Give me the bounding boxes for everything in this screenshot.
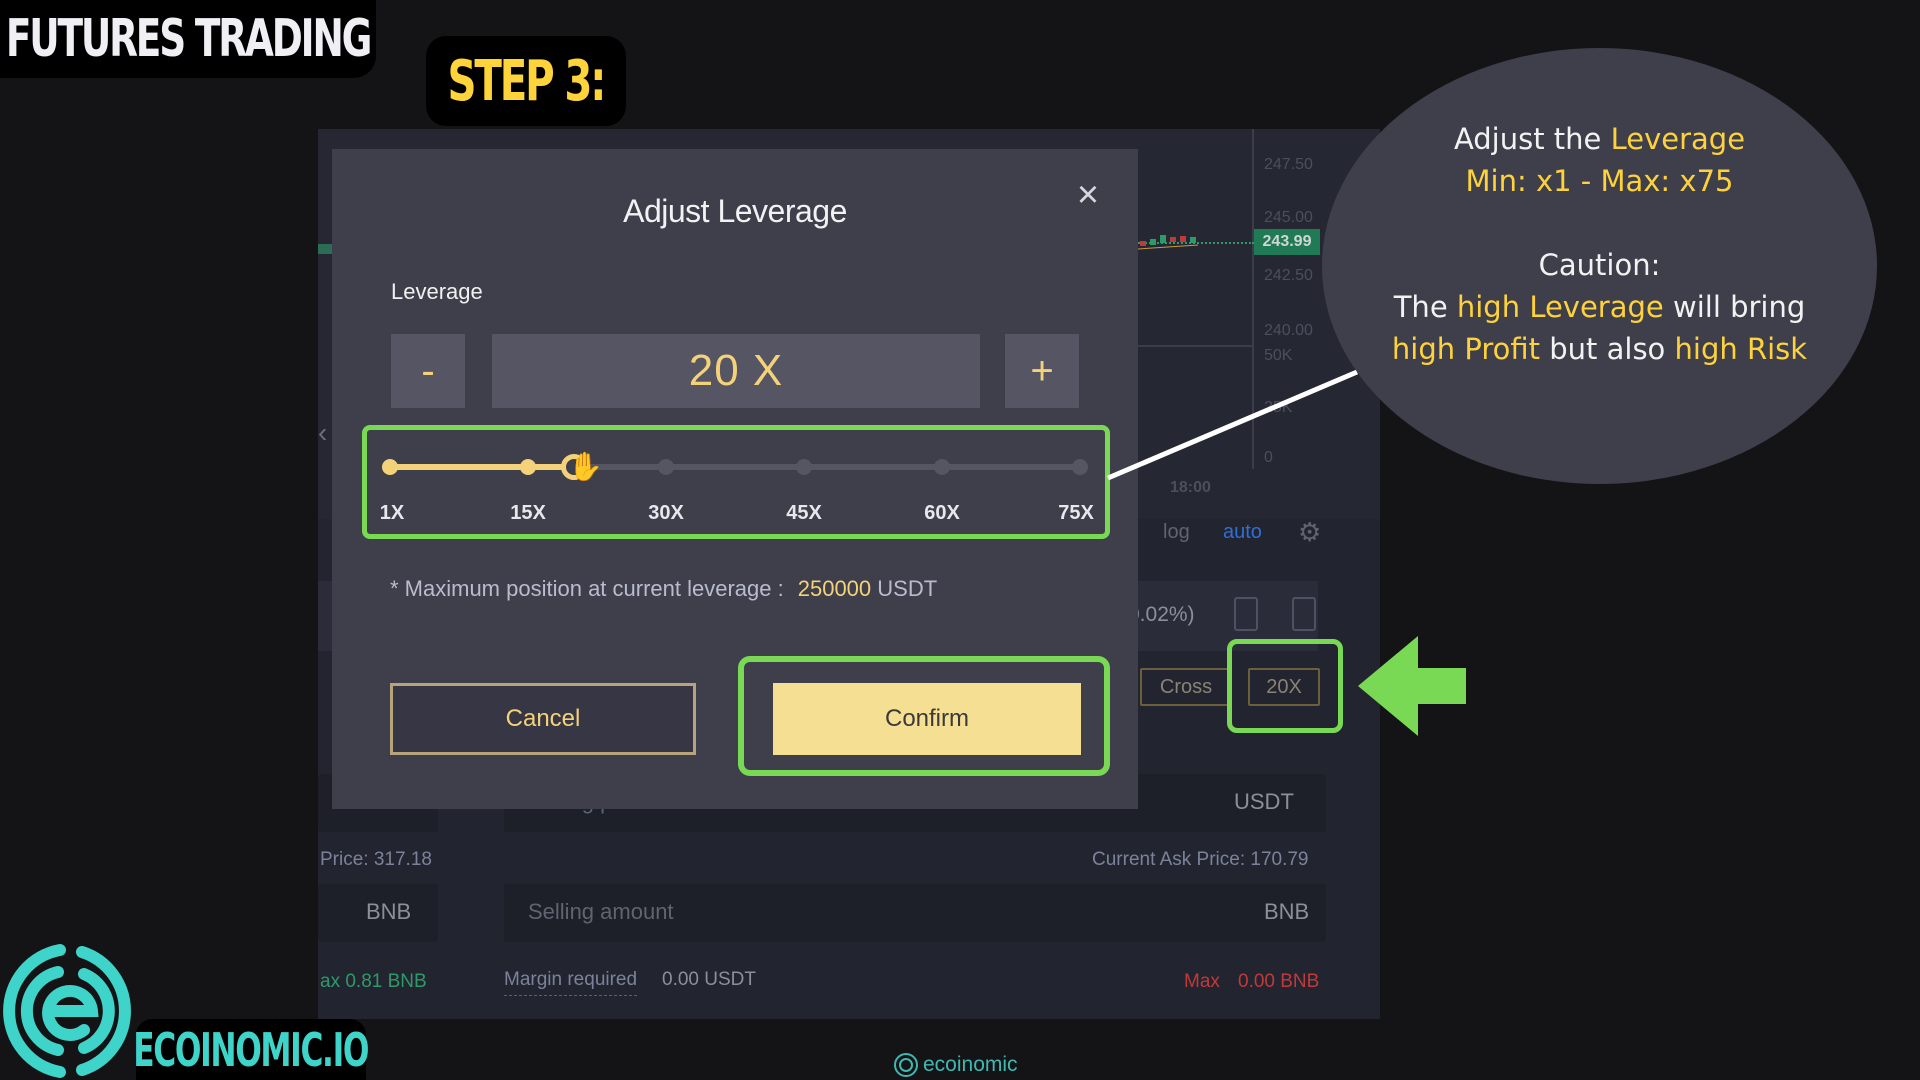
dialog-title: Adjust Leverage bbox=[623, 193, 847, 229]
slider-tick-label: 45X bbox=[786, 502, 822, 524]
max-position-label: * Maximum position at current leverage : bbox=[390, 576, 784, 601]
slider-tick-label: 60X bbox=[924, 502, 960, 524]
price-tick: 242.50 bbox=[1264, 267, 1313, 284]
slider-tick-label: 15X bbox=[510, 502, 546, 524]
callout-line1: Adjust the bbox=[1453, 122, 1611, 156]
watermark: ecoinomic bbox=[893, 1052, 1018, 1078]
ecoinomic-logo-icon bbox=[3, 944, 131, 1078]
callout-text-part: but also bbox=[1540, 332, 1675, 366]
margin-required-label[interactable]: Margin required bbox=[504, 969, 638, 996]
settings-icon[interactable] bbox=[1292, 597, 1316, 631]
current-ask-price: Current Ask Price: 170.79 bbox=[1092, 849, 1309, 870]
arrow-left-icon bbox=[1358, 636, 1466, 736]
slider-tick-label: 75X bbox=[1058, 502, 1094, 524]
amount-unit: BNB bbox=[1264, 899, 1310, 924]
leverage-slider-fill bbox=[390, 464, 574, 470]
candle-fragment bbox=[318, 244, 332, 254]
callout-range: Min: x1 - Max: x75 bbox=[1465, 164, 1734, 198]
leverage-label: Leverage bbox=[391, 279, 483, 304]
volume-tick: 50K bbox=[1264, 347, 1293, 364]
close-icon[interactable]: × bbox=[1072, 176, 1104, 214]
ecoinomic-mark-icon bbox=[894, 1053, 918, 1077]
volume-tick: 25K bbox=[1264, 399, 1293, 416]
price-tick: 240.00 bbox=[1264, 322, 1313, 339]
max-position-value: 250000 bbox=[797, 576, 872, 601]
callout-text: Adjust the Leverage Min: x1 - Max: x75 C… bbox=[1322, 118, 1877, 370]
hand-cursor-icon: ✋ bbox=[568, 451, 603, 482]
callout-text-part: will bring bbox=[1663, 290, 1806, 324]
price-tick: 247.50 bbox=[1264, 156, 1313, 173]
max-label: Max bbox=[1184, 971, 1220, 992]
cancel-button[interactable]: Cancel bbox=[390, 683, 696, 755]
margin-required-value: 0.00 USDT bbox=[662, 969, 756, 990]
max-position-unit: USDT bbox=[877, 576, 938, 601]
slider-tick-label: 30X bbox=[648, 502, 684, 524]
slider-stop[interactable] bbox=[796, 459, 812, 475]
callout-highlight: Leverage bbox=[1610, 122, 1746, 156]
max-value: 0.00 BNB bbox=[1238, 971, 1320, 992]
title-banner: FUTURES TRADING bbox=[0, 0, 376, 78]
slider-highlight-frame bbox=[362, 425, 1110, 539]
slider-stop[interactable] bbox=[1072, 459, 1088, 475]
price-unit: USDT bbox=[1234, 789, 1294, 814]
price-tick: 245.00 bbox=[1264, 209, 1313, 226]
gear-icon[interactable]: ⚙ bbox=[1298, 517, 1321, 548]
selling-amount-placeholder: Selling amount bbox=[528, 899, 674, 924]
volume-divider bbox=[1138, 345, 1254, 347]
current-price-tag: 243.99 bbox=[1254, 229, 1320, 255]
slide-title: FUTURES TRADING bbox=[5, 9, 373, 69]
chevron-left-icon[interactable]: ‹ bbox=[318, 417, 327, 449]
leverage-input[interactable]: 20 X bbox=[492, 334, 980, 408]
watermark-text: ecoinomic bbox=[923, 1053, 1018, 1076]
brand-name: ECOINOMIC.IO bbox=[133, 1022, 370, 1077]
slider-stop[interactable] bbox=[658, 459, 674, 475]
slider-stop[interactable] bbox=[382, 459, 398, 475]
max-position-info: * Maximum position at current leverage :… bbox=[390, 576, 937, 602]
brand-banner: ECOINOMIC.IO bbox=[133, 1019, 370, 1080]
leverage-button-highlight bbox=[1227, 639, 1343, 733]
calculator-icon[interactable] bbox=[1234, 597, 1258, 631]
left-amount-unit: BNB bbox=[366, 899, 412, 924]
callout-highlight: high Risk bbox=[1674, 332, 1808, 366]
callout-highlight: high Leverage bbox=[1456, 290, 1664, 324]
slider-tick-label: 1X bbox=[379, 502, 405, 524]
left-price-label: Price: 317.18 bbox=[320, 849, 432, 870]
callout-highlight: high Profit bbox=[1391, 332, 1541, 366]
step-banner: STEP 3: bbox=[426, 36, 626, 126]
selling-amount-field[interactable]: Selling amount BNB bbox=[504, 884, 1326, 942]
chart-axis-divider bbox=[1252, 129, 1254, 469]
slider-stop[interactable] bbox=[520, 459, 536, 475]
step-label: STEP 3: bbox=[447, 48, 607, 114]
left-max-label: ax 0.81 BNB bbox=[320, 971, 427, 992]
tutorial-slide: FUTURES TRADING STEP 3: 247.50 245.00 24… bbox=[0, 0, 1920, 1080]
increase-leverage-button[interactable]: + bbox=[1005, 334, 1079, 408]
time-tick: 18:00 bbox=[1170, 479, 1211, 496]
margin-mode-button[interactable]: Cross bbox=[1140, 668, 1232, 706]
slider-stop[interactable] bbox=[934, 459, 950, 475]
callout-text-part: The bbox=[1393, 290, 1457, 324]
candlesticks bbox=[1138, 235, 1199, 250]
confirm-button[interactable]: Confirm bbox=[773, 683, 1081, 755]
left-amount-field: BNB bbox=[318, 884, 438, 942]
decrease-leverage-button[interactable]: - bbox=[391, 334, 465, 408]
auto-scale-toggle[interactable]: auto bbox=[1223, 521, 1262, 544]
log-scale-toggle[interactable]: log bbox=[1163, 521, 1190, 544]
volume-tick: 0 bbox=[1264, 449, 1273, 466]
callout-caution: Caution: bbox=[1538, 248, 1661, 282]
